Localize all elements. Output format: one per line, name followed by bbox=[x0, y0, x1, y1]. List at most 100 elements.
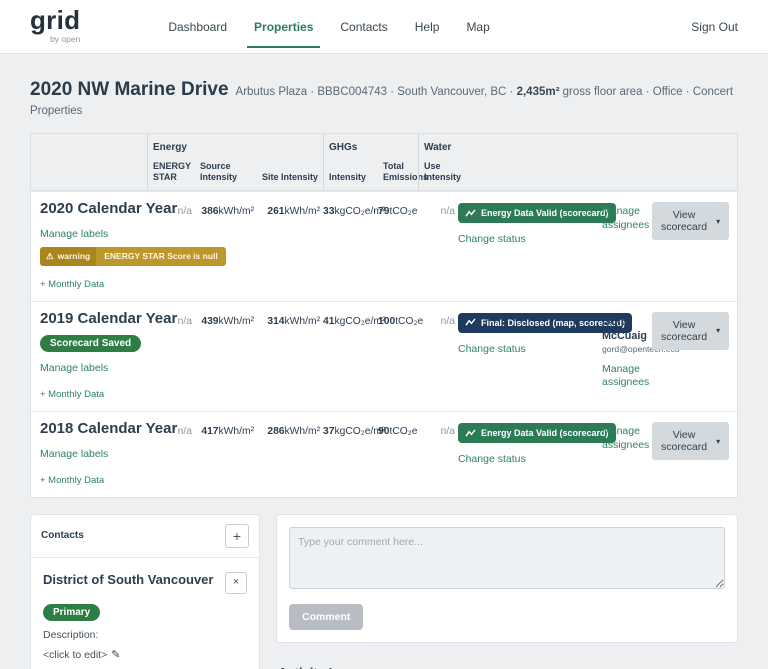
logo-text: grid bbox=[30, 5, 81, 36]
column-header-energy-star: ENERGY STAR bbox=[147, 158, 195, 190]
status-cell: Final: Disclosed (map, scorecard) Change… bbox=[458, 302, 633, 412]
manage-labels-link[interactable]: Manage labels bbox=[40, 362, 108, 374]
close-icon: × bbox=[232, 576, 240, 588]
monthly-data-link[interactable]: + Monthly Data bbox=[40, 279, 104, 290]
activity-log-title: Activity Log bbox=[278, 665, 738, 669]
table-row-2019: 2019 Calendar Year Scorecard Saved Manag… bbox=[31, 300, 738, 412]
year-title: 2018 Calendar Year bbox=[40, 420, 178, 437]
action-cell: View scorecard ▾ bbox=[652, 192, 738, 301]
energy-data-table: Energy GHGs Water ENERGY STAR Source Int… bbox=[30, 133, 738, 498]
view-scorecard-button[interactable]: View scorecard ▾ bbox=[652, 202, 730, 240]
group-header-energy: Energy bbox=[147, 134, 323, 158]
year-cell: 2018 Calendar Year Manage labels + Month… bbox=[31, 412, 178, 497]
assignee-cell: Manage assignees bbox=[590, 412, 652, 497]
nav-item-contacts[interactable]: Contacts bbox=[340, 20, 387, 34]
plus-icon: + bbox=[232, 527, 242, 544]
chart-line-icon bbox=[465, 428, 476, 437]
source-intensity-value: 386kWh/m² bbox=[201, 206, 254, 217]
left-column: Contacts + District of South Vancouver ×… bbox=[30, 513, 260, 669]
total-emissions-value: 79tCO₂e bbox=[378, 206, 418, 217]
nav-item-dashboard[interactable]: Dashboard bbox=[168, 20, 227, 34]
manage-assignees-link[interactable]: Manage assignees bbox=[602, 205, 652, 232]
app-root: grid by open Dashboard Properties Contac… bbox=[0, 0, 768, 669]
change-status-link[interactable]: Change status bbox=[458, 233, 526, 245]
contact-card-body: District of South Vancouver × Primary De… bbox=[31, 558, 259, 669]
right-column: Comment Activity Log GS GRID System upda… bbox=[276, 513, 738, 669]
status-cell: Energy Data Valid (scorecard) Change sta… bbox=[458, 192, 616, 301]
table-row-2020: 2020 Calendar Year Manage labels ⚠ warnin… bbox=[31, 191, 737, 301]
main-nav: Dashboard Properties Contacts Help Map bbox=[168, 20, 490, 48]
chevron-down-icon: ▾ bbox=[716, 436, 721, 446]
total-emissions-value: 90tCO₂e bbox=[378, 426, 418, 437]
chevron-down-icon: ▾ bbox=[716, 326, 721, 335]
change-status-link[interactable]: Change status bbox=[458, 453, 526, 465]
nav-item-map[interactable]: Map bbox=[466, 20, 489, 34]
nav-item-properties[interactable]: Properties bbox=[246, 20, 321, 48]
remove-contact-button[interactable]: × bbox=[225, 571, 247, 594]
column-header-source-intensity: Source Intensity bbox=[200, 160, 238, 182]
description-edit[interactable]: <click to edit> ✎ bbox=[43, 645, 247, 663]
year-title: 2020 Calendar Year bbox=[40, 200, 178, 217]
sign-out-link[interactable]: Sign Out bbox=[691, 20, 738, 34]
contacts-title: Contacts bbox=[41, 530, 84, 541]
primary-contact-badge: Primary bbox=[43, 603, 101, 621]
comment-textarea[interactable] bbox=[289, 526, 725, 589]
chart-line-icon bbox=[465, 208, 476, 217]
manage-labels-link[interactable]: Manage labels bbox=[40, 448, 108, 460]
nav-item-help[interactable]: Help bbox=[415, 20, 440, 34]
add-contact-button[interactable]: + bbox=[225, 523, 249, 548]
site-intensity-value: 286kWh/m² bbox=[267, 426, 320, 437]
manage-labels-link[interactable]: Manage labels bbox=[40, 228, 108, 240]
ghg-intensity-value: 37kgCO₂e/m² bbox=[323, 426, 386, 437]
summary-pre: Arbutus Plaza · BBBC004743 · South Vanco… bbox=[235, 86, 517, 98]
contacts-card: Contacts + District of South Vancouver ×… bbox=[30, 513, 260, 669]
contacts-card-header: Contacts + bbox=[31, 515, 259, 558]
site-intensity-value: 261kWh/m² bbox=[267, 206, 320, 217]
view-scorecard-button[interactable]: View scorecard ▾ bbox=[652, 422, 730, 460]
manage-assignees-link[interactable]: Manage assignees bbox=[602, 425, 652, 452]
chart-line-icon bbox=[465, 318, 476, 326]
source-intensity-value: 439kWh/m² bbox=[201, 315, 254, 327]
energy-star-value: n/a bbox=[177, 206, 192, 217]
assignee-email: gord@opentech.eco bbox=[602, 343, 680, 354]
logo-subtext: by open bbox=[50, 33, 81, 44]
comment-submit-button[interactable]: Comment bbox=[289, 603, 364, 630]
year-title: 2019 Calendar Year bbox=[40, 309, 178, 327]
contact-name: District of South Vancouver bbox=[43, 571, 214, 587]
site-intensity-value: 314kWh/m² bbox=[267, 315, 320, 327]
comment-card: Comment bbox=[276, 513, 738, 643]
gross-floor-area: 2,435m² bbox=[516, 86, 560, 98]
year-cell: 2019 Calendar Year Scorecard Saved Manag… bbox=[31, 302, 178, 412]
action-cell: View scorecard ▾ bbox=[652, 302, 738, 412]
status-cell: Energy Data Valid (scorecard) Change sta… bbox=[458, 412, 616, 497]
scorecard-saved-label: Scorecard Saved bbox=[40, 335, 142, 352]
column-header-ghg-intensity: Intensity bbox=[323, 158, 378, 190]
water-use-value: n/a bbox=[440, 206, 455, 217]
column-header-total-emissions: Total Emissions bbox=[383, 160, 429, 182]
page-header: 2020 NW Marine Drive Arbutus Plaza · BBBC… bbox=[0, 54, 768, 131]
monthly-data-link[interactable]: + Monthly Data bbox=[40, 389, 104, 400]
total-emissions-value: 100tCO₂e bbox=[378, 315, 424, 327]
grid-logo[interactable]: grid by open bbox=[30, 5, 81, 44]
chevron-down-icon: ▾ bbox=[716, 216, 721, 226]
group-header-water: Water bbox=[418, 134, 737, 158]
column-header-use-intensity: Use Intensity bbox=[418, 158, 461, 190]
ghg-intensity-value: 41kgCO₂e/m² bbox=[323, 315, 386, 327]
bottom-section: Contacts + District of South Vancouver ×… bbox=[0, 498, 768, 669]
manage-assignees-link[interactable]: Manage assignees bbox=[602, 363, 652, 390]
assignee-name: Gord McCuaig bbox=[602, 315, 647, 342]
change-status-link[interactable]: Change status bbox=[458, 343, 526, 355]
page-title: 2020 NW Marine Drive bbox=[30, 79, 229, 100]
assignee-cell: Manage assignees bbox=[590, 192, 652, 301]
water-use-value: n/a bbox=[440, 426, 455, 437]
monthly-data-link[interactable]: + Monthly Data bbox=[40, 475, 104, 486]
table-row-2018: 2018 Calendar Year Manage labels + Month… bbox=[31, 411, 737, 497]
table-header: Energy GHGs Water ENERGY STAR Source Int… bbox=[31, 134, 737, 191]
warning-icon: ⚠ bbox=[46, 250, 54, 261]
year-cell: 2020 Calendar Year Manage labels ⚠ warnin… bbox=[31, 192, 226, 301]
view-scorecard-button[interactable]: View scorecard ▾ bbox=[652, 311, 730, 350]
column-header-site-intensity: Site Intensity bbox=[262, 171, 319, 182]
ghg-intensity-value: 33kgCO₂e/m² bbox=[323, 206, 386, 217]
energy-star-value: n/a bbox=[177, 315, 192, 327]
action-cell: View scorecard ▾ bbox=[652, 412, 738, 497]
